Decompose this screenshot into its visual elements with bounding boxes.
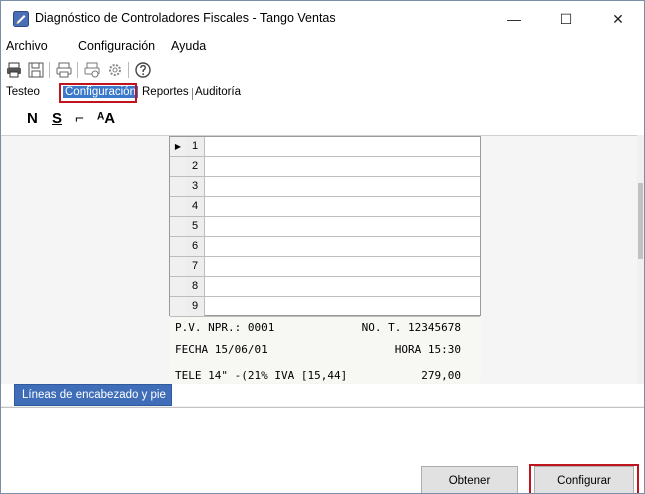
expanded-text-button[interactable]: ⌐ bbox=[75, 110, 84, 127]
scrollbar-thumb[interactable] bbox=[638, 183, 643, 259]
row-number: 8 bbox=[186, 277, 205, 296]
vertical-scrollbar[interactable] bbox=[637, 135, 644, 383]
tab-reportes[interactable]: Reportes bbox=[142, 86, 189, 98]
lines-grid[interactable]: ▶ 1 2 3 4 5 6 7 8 9 bbox=[169, 136, 481, 317]
highlight-frame bbox=[59, 83, 137, 103]
section-bar: Líneas de encabezado y pie bbox=[1, 384, 644, 406]
row-number: 2 bbox=[186, 157, 205, 176]
row-selector[interactable] bbox=[170, 177, 187, 196]
menu-archivo-label: Archivo bbox=[6, 39, 48, 53]
ticket-line-number: NO. T. 12345678 bbox=[361, 321, 461, 334]
ticket-line-time: HORA 15:30 bbox=[394, 343, 461, 356]
main-toolbar bbox=[1, 57, 644, 83]
tab-testeo[interactable]: Testeo bbox=[6, 86, 40, 98]
row-number: 4 bbox=[186, 197, 205, 216]
row-selector[interactable] bbox=[170, 157, 187, 176]
grid-row[interactable]: 3 bbox=[170, 177, 480, 197]
row-selector[interactable] bbox=[170, 277, 187, 296]
highlight-frame bbox=[529, 464, 639, 493]
ticket-line-amount: 279,00 bbox=[421, 369, 461, 382]
grid-row[interactable]: 7 bbox=[170, 257, 480, 277]
row-selector[interactable] bbox=[170, 217, 187, 236]
printer-icon[interactable] bbox=[55, 61, 73, 79]
grid-row[interactable]: ▶ 1 bbox=[170, 137, 480, 157]
menu-configuracion-label: Configuración bbox=[78, 39, 156, 53]
row-number: 7 bbox=[186, 257, 205, 276]
tab-separator bbox=[192, 88, 193, 100]
menu-ayuda[interactable]: Ayuda bbox=[171, 39, 206, 53]
window-title: Diagnóstico de Controladores Fiscales - … bbox=[35, 11, 336, 25]
close-button[interactable]: ✕ bbox=[595, 5, 641, 33]
tab-auditoria[interactable]: Auditoría bbox=[195, 86, 241, 98]
ticket-sample: P.V. NPR.: 0001 NO. T. 12345678 FECHA 15… bbox=[169, 317, 481, 383]
row-selector[interactable] bbox=[170, 197, 187, 216]
print-setup-icon[interactable] bbox=[83, 61, 101, 79]
row-selector[interactable] bbox=[170, 237, 187, 256]
minimize-button[interactable]: — bbox=[491, 5, 537, 33]
toolbar-separator bbox=[128, 62, 129, 78]
row-number: 6 bbox=[186, 237, 205, 256]
menu-ayuda-label: Ayuda bbox=[171, 39, 207, 53]
obtener-button[interactable]: Obtener bbox=[421, 466, 518, 493]
printer-icon[interactable] bbox=[5, 61, 23, 79]
toolbar-separator bbox=[77, 62, 78, 78]
ticket-line-pv: P.V. NPR.: 0001 bbox=[175, 321, 275, 334]
menu-bar: Archivo Configuración Ayuda bbox=[1, 37, 644, 57]
ticket-line-date: FECHA 15/06/01 bbox=[175, 343, 268, 356]
row-selector[interactable] bbox=[170, 297, 187, 316]
row-number: 5 bbox=[186, 217, 205, 236]
grid-row[interactable]: 9 bbox=[170, 297, 480, 317]
row-number: 9 bbox=[186, 297, 205, 316]
row-selector[interactable] bbox=[170, 257, 187, 276]
maximize-button[interactable]: ☐ bbox=[543, 5, 589, 33]
app-logo-icon bbox=[13, 11, 29, 27]
grid-row[interactable]: 5 bbox=[170, 217, 480, 237]
row-number: 3 bbox=[186, 177, 205, 196]
grid-row[interactable]: 8 bbox=[170, 277, 480, 297]
app-window: Diagnóstico de Controladores Fiscales - … bbox=[0, 0, 645, 494]
format-toolbar: N S ⌐ ᴬA bbox=[1, 103, 644, 136]
toolbar-separator bbox=[49, 62, 50, 78]
menu-archivo[interactable]: Archivo bbox=[6, 39, 48, 53]
section-tab-lineas[interactable]: Líneas de encabezado y pie bbox=[14, 384, 172, 406]
grid-row[interactable]: 4 bbox=[170, 197, 480, 217]
title-bar: Diagnóstico de Controladores Fiscales - … bbox=[1, 1, 644, 37]
help-icon[interactable] bbox=[134, 61, 152, 79]
settings-gear-icon[interactable] bbox=[106, 61, 124, 79]
underline-button[interactable]: S bbox=[52, 110, 62, 127]
row-number: 1 bbox=[186, 137, 205, 156]
menu-configuracion[interactable]: Configuración bbox=[78, 39, 155, 53]
ticket-line-item: TELE 14" -(21% IVA [15,44] bbox=[175, 369, 348, 382]
font-size-button[interactable]: ᴬA bbox=[97, 110, 115, 127]
grid-row[interactable]: 6 bbox=[170, 237, 480, 257]
current-row-marker-icon: ▶ bbox=[170, 137, 187, 156]
normal-text-button[interactable]: N bbox=[27, 110, 38, 127]
save-icon[interactable] bbox=[27, 61, 45, 79]
grid-row[interactable]: 2 bbox=[170, 157, 480, 177]
